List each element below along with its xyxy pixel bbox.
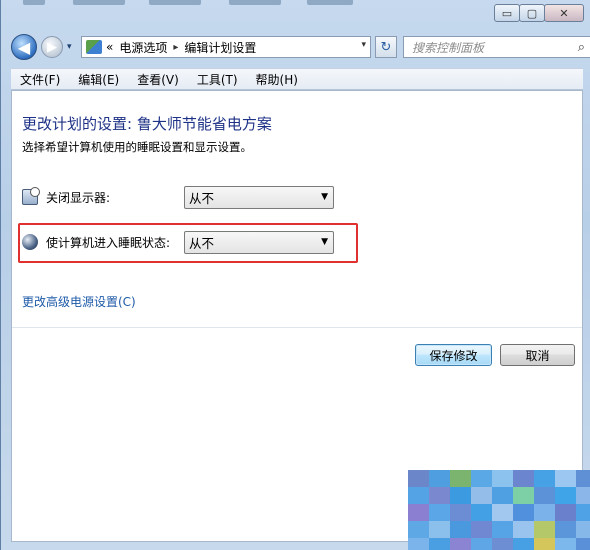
- display-off-row: 关闭显示器:: [22, 185, 110, 209]
- caption-buttons: ▭ ▢ ✕: [494, 4, 584, 22]
- sleep-select[interactable]: 从不 ▼: [184, 231, 334, 254]
- breadcrumb-power-options[interactable]: 电源选项: [119, 39, 167, 56]
- sleep-row: 使计算机进入睡眠状态:: [22, 230, 170, 254]
- menu-bar: 文件(F) 编辑(E) 查看(V) 工具(T) 帮助(H): [11, 68, 583, 90]
- advanced-power-settings-link[interactable]: 更改高级电源设置(C): [22, 293, 136, 310]
- breadcrumb-edit-plan[interactable]: 编辑计划设置: [184, 39, 256, 56]
- forward-arrow-icon: ▶: [47, 39, 57, 55]
- display-off-value: 从不: [189, 191, 215, 206]
- save-button[interactable]: 保存修改: [415, 344, 492, 366]
- refresh-icon: ↻: [380, 39, 392, 55]
- moon-sleep-icon: [22, 234, 38, 250]
- menu-view[interactable]: 查看(V): [128, 71, 188, 88]
- minimize-button[interactable]: ▭: [494, 4, 520, 22]
- back-button[interactable]: ◀: [11, 34, 37, 60]
- address-prefix[interactable]: «: [106, 40, 113, 54]
- taskbar-hint: [23, 0, 353, 6]
- search-input[interactable]: 搜索控制面板 ⌕: [403, 36, 590, 58]
- forward-button[interactable]: ▶: [41, 36, 63, 58]
- display-off-select[interactable]: 从不 ▼: [184, 186, 334, 209]
- control-panel-icon: [86, 40, 102, 54]
- menu-file[interactable]: 文件(F): [11, 71, 69, 88]
- page-title: 更改计划的设置: 鲁大师节能省电方案: [22, 115, 272, 133]
- chevron-down-icon: ▼: [321, 192, 328, 202]
- back-arrow-icon: ◀: [17, 37, 31, 57]
- address-bar[interactable]: « 电源选项 ▸ 编辑计划设置 ▾: [81, 36, 371, 58]
- cancel-button[interactable]: 取消: [500, 344, 575, 366]
- breadcrumb-separator-icon[interactable]: ▸: [173, 42, 178, 53]
- navigation-bar: ◀ ▶ ▾ « 电源选项 ▸ 编辑计划设置 ▾ ↻ 搜索控制面板 ⌕: [11, 34, 590, 62]
- maximize-button[interactable]: ▢: [519, 4, 545, 22]
- menu-tools[interactable]: 工具(T): [188, 71, 247, 88]
- close-button[interactable]: ✕: [544, 4, 584, 22]
- monitor-clock-icon: [22, 187, 40, 205]
- recent-pages-dropdown[interactable]: ▾: [67, 42, 72, 52]
- menu-edit[interactable]: 编辑(E): [69, 71, 128, 88]
- chevron-down-icon: ▼: [321, 237, 328, 247]
- divider: [12, 327, 582, 328]
- page-subtitle: 选择希望计算机使用的睡眠设置和显示设置。: [22, 140, 252, 154]
- search-icon[interactable]: ⌕: [578, 40, 585, 55]
- desktop-mosaic: [408, 470, 590, 550]
- control-panel-window: ▭ ▢ ✕ ◀ ▶ ▾ « 电源选项 ▸ 编辑计划设置 ▾ ↻ 搜索控制面板 ⌕…: [0, 0, 590, 550]
- sleep-label: 使计算机进入睡眠状态:: [46, 235, 171, 250]
- sleep-value: 从不: [189, 236, 215, 251]
- display-off-label: 关闭显示器:: [46, 190, 111, 205]
- menu-help[interactable]: 帮助(H): [247, 71, 307, 88]
- refresh-button[interactable]: ↻: [375, 36, 397, 58]
- search-placeholder: 搜索控制面板: [412, 40, 485, 55]
- address-dropdown-icon[interactable]: ▾: [361, 40, 366, 50]
